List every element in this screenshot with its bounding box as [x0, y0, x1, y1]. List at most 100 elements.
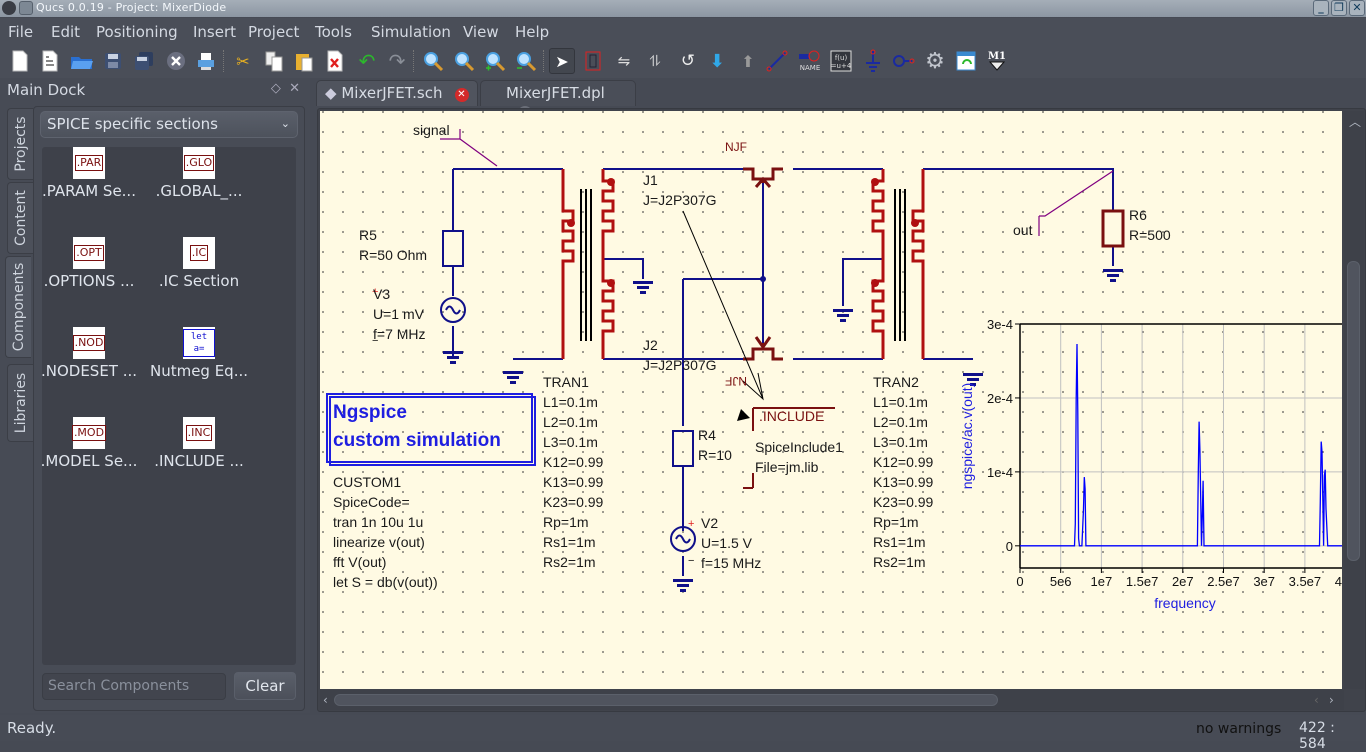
minimize-button[interactable]: _ — [1313, 0, 1329, 16]
rotate-icon[interactable]: ↺ — [675, 48, 701, 74]
edit-component-icon[interactable] — [580, 48, 606, 74]
schematic-canvas[interactable]: + − + − signal out NJF NJF R5 R=50 Ohm V3… — [320, 111, 1342, 689]
x-tick-label: 5e6 — [1050, 574, 1072, 589]
toolbar: ✂ ↶ ↷ ➤ ⇋ ⥮ ↺ ⬇ ⬆ NAME f(u) =u+4 ⚙ M1 — [0, 44, 1366, 78]
copy-icon[interactable] — [261, 48, 287, 74]
out-label[interactable]: out — [1013, 222, 1032, 238]
tab-display[interactable]: MixerJFET.dpl✕ — [480, 80, 636, 120]
zoom-1to1-icon[interactable] — [451, 48, 477, 74]
go-up-icon[interactable]: ⬆ — [735, 48, 761, 74]
r5-resistor[interactable] — [442, 230, 464, 267]
menu-positioning[interactable]: Positioning — [96, 23, 178, 41]
redo-icon[interactable]: ↷ — [384, 48, 410, 74]
undo-icon[interactable]: ↶ — [354, 48, 380, 74]
mirror-y-icon[interactable]: ⥮ — [642, 48, 668, 74]
menu-insert[interactable]: Insert — [193, 23, 236, 41]
open-folder-icon[interactable] — [69, 48, 95, 74]
menu-file[interactable]: File — [8, 23, 33, 41]
custom-sim-props: CUSTOM1 SpiceCode= tran 1n 10u 1u linearize… — [333, 474, 438, 590]
dock-float-icon[interactable]: ◇ — [271, 81, 281, 96]
include-icon: .INC — [183, 417, 215, 449]
zoom-in-icon[interactable] — [482, 48, 508, 74]
component-nutmeg[interactable]: let a= Nutmeg Eq... — [144, 327, 254, 380]
x-axis-label: frequency — [1154, 595, 1215, 611]
r6-resistor[interactable] — [1101, 209, 1125, 248]
tab-libraries[interactable]: Libraries — [7, 364, 33, 442]
j1-props: J1 J=J2P307G — [643, 172, 717, 208]
tab-projects[interactable]: Projects — [7, 108, 33, 180]
menu-project[interactable]: Project — [248, 23, 299, 41]
menu-view[interactable]: View — [463, 23, 499, 41]
equation-icon[interactable]: f(u) =u+4 — [828, 48, 854, 74]
search-components-input[interactable]: Search Components — [42, 673, 226, 700]
horizontal-scrollbar[interactable]: ‹ ‹ › — [320, 690, 1344, 710]
port-icon[interactable] — [890, 48, 916, 74]
wire-icon[interactable] — [764, 48, 790, 74]
clear-button[interactable]: Clear — [234, 672, 296, 700]
horizontal-scroll-thumb[interactable] — [334, 694, 998, 706]
component-model[interactable]: .MOD .MODEL Se... — [34, 417, 144, 470]
restore-button[interactable]: ❐ — [1331, 0, 1347, 16]
ground-icon[interactable] — [860, 48, 886, 74]
tab-content[interactable]: Content — [7, 182, 33, 254]
tab-components[interactable]: Components — [5, 256, 31, 358]
include-header[interactable]: .INCLUDE — [759, 408, 824, 424]
new-file-icon[interactable] — [7, 48, 33, 74]
view-data-display-icon[interactable] — [953, 48, 979, 74]
x-tick-label: 3e7 — [1253, 574, 1275, 589]
component-nodeset[interactable]: .NOD .NODESET ... — [34, 327, 144, 380]
component-options[interactable]: .OPT .OPTIONS ... — [34, 237, 144, 290]
status-text: Ready. — [7, 719, 57, 737]
go-into-subcircuit-icon[interactable]: ⬇ — [704, 48, 730, 74]
title-bar: Qucs 0.0.19 - Project: MixerDiode _ ❐ ✕ — [0, 0, 1366, 17]
save-all-icon[interactable] — [131, 48, 157, 74]
wire-label-icon[interactable]: NAME — [797, 48, 823, 74]
scroll-right-icon[interactable]: › — [1329, 693, 1334, 707]
warnings-status[interactable]: no warnings — [1196, 721, 1281, 737]
component-include[interactable]: .INC .INCLUDE ... — [144, 417, 254, 470]
new-text-icon[interactable] — [37, 48, 63, 74]
component-param[interactable]: .PAR .PARAM Se... — [34, 147, 144, 200]
delete-icon[interactable] — [322, 48, 348, 74]
print-icon[interactable] — [193, 48, 219, 74]
scroll-up-icon[interactable]: ︿ — [1349, 113, 1361, 130]
cut-icon[interactable]: ✂ — [230, 48, 256, 74]
category-select[interactable]: SPICE specific sections ⌄ — [40, 111, 298, 138]
r4-resistor[interactable] — [672, 430, 694, 467]
vertical-scrollbar[interactable]: ︿ — [1344, 111, 1364, 689]
tab-schematic[interactable]: ◆ MixerJFET.sch ✕ — [316, 80, 478, 106]
nutmeg-icon: let a= — [183, 327, 215, 359]
save-icon[interactable] — [100, 48, 126, 74]
menu-help[interactable]: Help — [515, 23, 549, 41]
y-tick-label: 1e-4 — [987, 465, 1013, 480]
svg-text:−: − — [688, 555, 694, 567]
close-tab-icon[interactable]: ✕ — [454, 88, 469, 102]
zoom-out-icon[interactable] — [513, 48, 539, 74]
close-button[interactable]: ✕ — [1349, 0, 1365, 16]
close-doc-icon[interactable] — [163, 48, 189, 74]
select-pointer-icon[interactable]: ➤ — [549, 48, 575, 74]
fft-chart[interactable]: 05e61e71.5e72e72.5e73e73.5e74e74.01e-42e… — [950, 311, 1342, 631]
component-global[interactable]: .GLO .GLOBAL_... — [144, 147, 254, 200]
tran2-transformer[interactable] — [871, 169, 925, 359]
dock-close-icon[interactable]: ✕ — [289, 81, 300, 96]
svg-text:=u+4: =u+4 — [831, 62, 852, 70]
vertical-scroll-thumb[interactable] — [1347, 261, 1360, 561]
zoom-fit-icon[interactable] — [420, 48, 446, 74]
signal-label[interactable]: signal — [413, 122, 450, 138]
menu-simulation[interactable]: Simulation — [371, 23, 451, 41]
menu-edit[interactable]: Edit — [51, 23, 80, 41]
tran1-transformer[interactable] — [561, 169, 615, 359]
marker-icon[interactable]: M1 — [984, 48, 1010, 74]
x-tick-label: 4e7 — [1335, 574, 1342, 589]
menu-tools[interactable]: Tools — [315, 23, 352, 41]
scroll-left-icon-2[interactable]: ‹ — [1314, 693, 1319, 707]
window-menu-icon[interactable] — [19, 1, 33, 15]
v3-props: V3 U=1 mV f=7 MHz — [373, 286, 426, 342]
mirror-x-icon[interactable]: ⇋ — [611, 48, 637, 74]
scroll-left-icon[interactable]: ‹ — [323, 693, 328, 707]
simulate-icon[interactable]: ⚙ — [922, 48, 948, 74]
x-tick-label: 2.5e7 — [1207, 574, 1240, 589]
component-ic[interactable]: .IC .IC Section — [144, 237, 254, 290]
paste-icon[interactable] — [291, 48, 317, 74]
